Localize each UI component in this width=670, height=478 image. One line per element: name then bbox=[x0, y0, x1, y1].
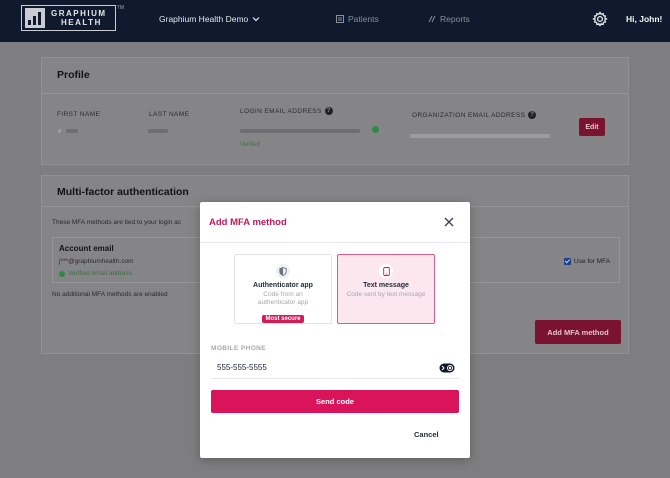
login-email-verified: Verified bbox=[240, 142, 261, 148]
nav-patients-label: Patients bbox=[348, 14, 379, 24]
environment-switcher[interactable]: Graphium Health Demo bbox=[159, 14, 260, 24]
profile-title: Profile bbox=[57, 69, 90, 81]
account-email-title: Account email bbox=[59, 244, 114, 253]
option-subtitle: Code sent by text message bbox=[346, 291, 426, 298]
checkbox-icon[interactable] bbox=[564, 258, 571, 265]
option-title: Text message bbox=[363, 282, 409, 289]
environment-name: Graphium Health Demo bbox=[159, 14, 249, 24]
mfa-title: Multi-factor authentication bbox=[57, 186, 189, 198]
logo-text: GRAPHIUM HEALTH bbox=[51, 9, 107, 27]
user-greeting[interactable]: Hi, John! bbox=[626, 14, 662, 24]
login-email-label: LOGIN EMAIL ADDRESS ? bbox=[240, 107, 333, 115]
profile-divider bbox=[42, 93, 628, 94]
login-email-value bbox=[240, 129, 360, 133]
logo-bars-icon bbox=[25, 8, 45, 28]
mobile-phone-input[interactable] bbox=[211, 357, 459, 379]
phone-icon bbox=[379, 264, 393, 278]
mfa-description: These MFA methods are tied to your login… bbox=[52, 219, 181, 226]
first-name-value bbox=[58, 129, 61, 133]
help-icon[interactable]: ? bbox=[324, 107, 333, 115]
option-title: Authenticator app bbox=[253, 282, 313, 289]
most-secure-badge: Most secure bbox=[262, 315, 304, 323]
nav-reports-label: Reports bbox=[440, 14, 470, 24]
logo-trademark: TM bbox=[116, 5, 124, 11]
use-for-mfa-label: Use for MFA bbox=[574, 258, 611, 265]
mobile-phone-label: MOBILE PHONE bbox=[211, 345, 266, 352]
option-authenticator-app[interactable]: Authenticator app Code from an authentic… bbox=[234, 254, 332, 324]
gear-icon[interactable] bbox=[592, 11, 608, 27]
option-subtitle: Code from an authenticator app bbox=[257, 291, 309, 306]
graphium-logo[interactable]: GRAPHIUM HEALTH TM bbox=[21, 5, 124, 31]
account-email-verified: Verified email address bbox=[59, 270, 132, 277]
account-email-value: j***@graphiumhealth.com bbox=[59, 258, 134, 265]
check-circle-icon bbox=[372, 126, 379, 133]
option-text-message[interactable]: Text message Code sent by text message bbox=[337, 254, 435, 324]
use-for-mfa-toggle[interactable]: Use for MFA bbox=[564, 258, 610, 265]
last-name-label: LAST NAME bbox=[149, 111, 190, 118]
org-email-label: ORGANIZATION EMAIL ADDRESS ? bbox=[412, 111, 537, 119]
chevron-down-icon bbox=[252, 17, 260, 22]
org-email-value bbox=[410, 134, 550, 138]
no-mfa-methods-message: No additional MFA methods are enabled bbox=[52, 291, 168, 298]
reports-icon bbox=[428, 15, 436, 23]
last-name-value bbox=[148, 129, 168, 133]
add-mfa-modal: Add MFA method Authenticator app Code fr… bbox=[200, 202, 470, 458]
password-manager-icon[interactable] bbox=[439, 363, 455, 373]
first-name-label: FIRST NAME bbox=[57, 111, 101, 118]
top-nav-bar: GRAPHIUM HEALTH TM Graphium Health Demo … bbox=[0, 0, 670, 42]
profile-card: Profile FIRST NAME LAST NAME LOGIN EMAIL… bbox=[41, 57, 629, 165]
add-mfa-method-button[interactable]: Add MFA method bbox=[535, 320, 621, 344]
edit-profile-button[interactable]: Edit bbox=[579, 118, 605, 136]
shield-icon bbox=[276, 264, 290, 278]
cancel-button[interactable]: Cancel bbox=[414, 430, 439, 439]
modal-title: Add MFA method bbox=[209, 217, 287, 228]
nav-patients[interactable]: Patients bbox=[336, 14, 379, 24]
modal-divider bbox=[200, 242, 470, 243]
first-name-value-part bbox=[66, 129, 78, 133]
send-code-button[interactable]: Send code bbox=[211, 390, 459, 413]
patients-icon bbox=[336, 15, 344, 23]
nav-reports[interactable]: Reports bbox=[428, 14, 470, 24]
help-icon[interactable]: ? bbox=[528, 111, 537, 119]
check-circle-icon bbox=[59, 270, 65, 277]
close-icon[interactable] bbox=[443, 216, 455, 228]
